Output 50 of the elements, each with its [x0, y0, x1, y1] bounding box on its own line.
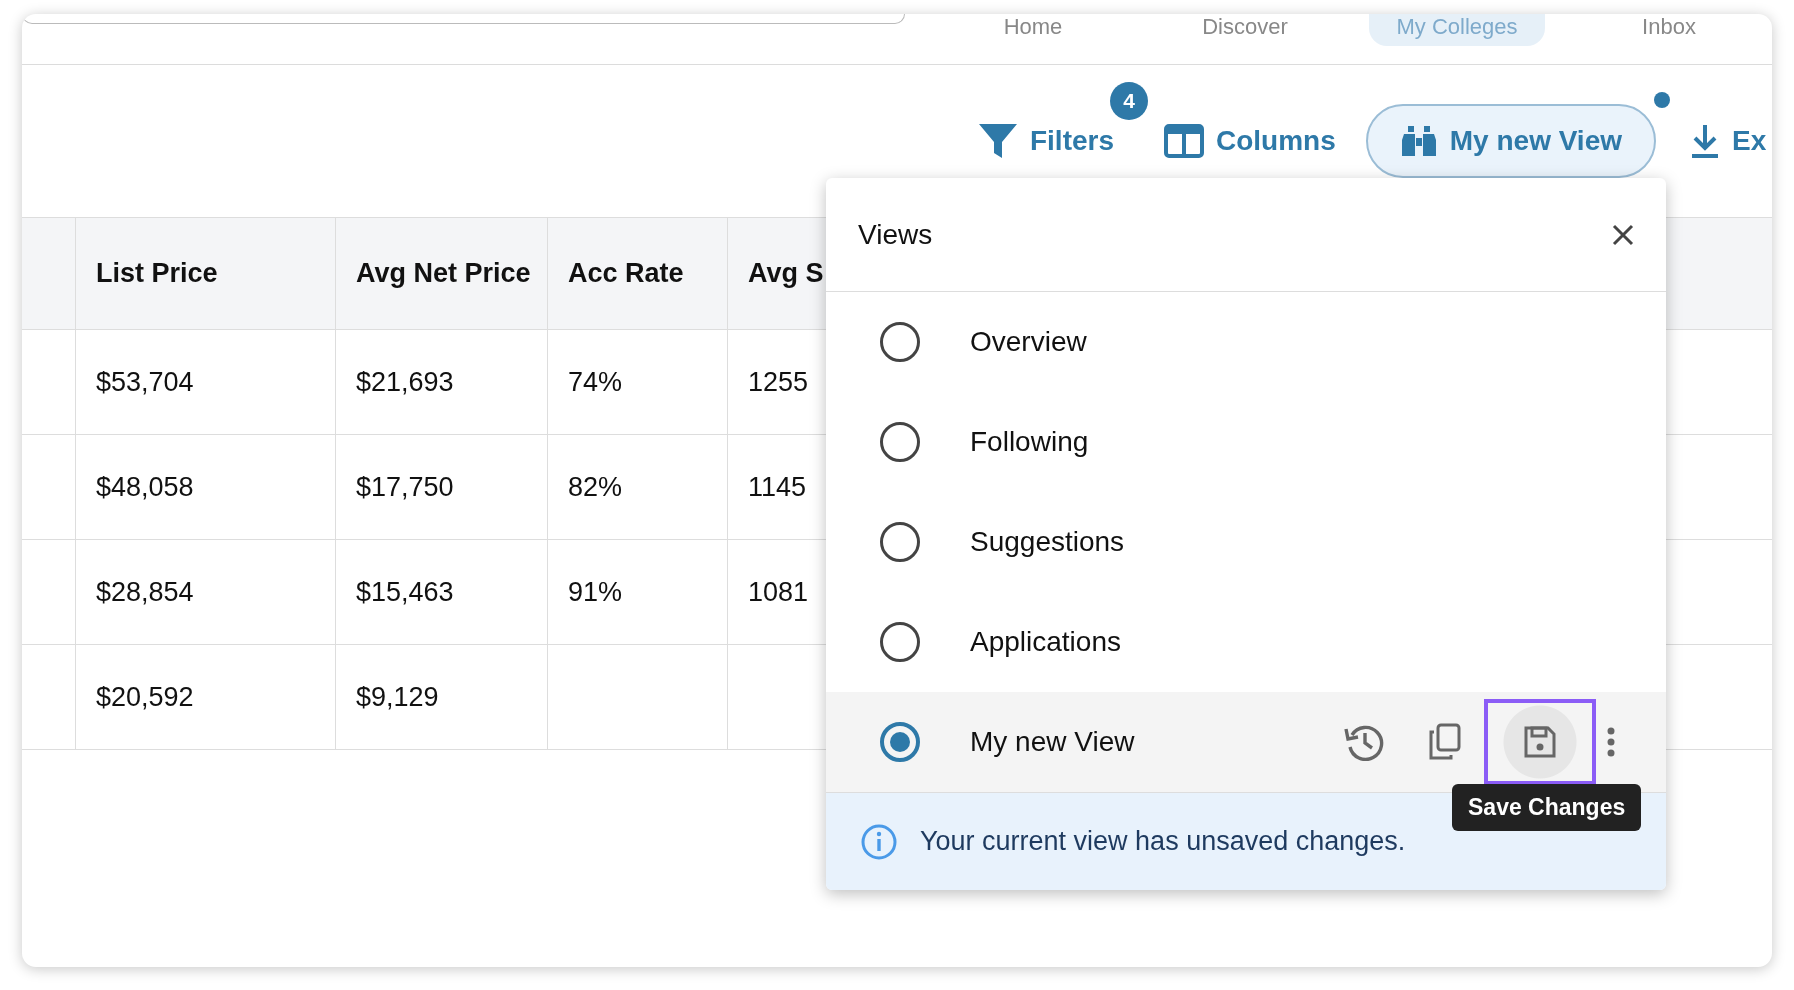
- view-option-label: Applications: [970, 626, 1121, 658]
- table-cell: 74%: [568, 366, 623, 398]
- nav-tab[interactable]: Discover: [1157, 14, 1333, 46]
- export-button[interactable]: Ex: [1676, 104, 1772, 178]
- filter-icon: [977, 122, 1018, 160]
- radio-button[interactable]: [880, 322, 920, 362]
- table-cell: 82%: [568, 471, 623, 503]
- column-header: Avg Net Price: [356, 258, 531, 289]
- radio-button[interactable]: [880, 422, 920, 462]
- table-cell: 91%: [568, 576, 623, 608]
- view-button[interactable]: My new View: [1365, 104, 1656, 178]
- unsaved-changes-message: Your current view has unsaved changes.: [920, 826, 1406, 857]
- table-cell: $28,854: [96, 576, 194, 608]
- radio-button[interactable]: [880, 522, 920, 562]
- nav-tab[interactable]: My Colleges: [1369, 14, 1545, 46]
- table-cell: $53,704: [96, 366, 194, 398]
- save-button[interactable]: [1484, 699, 1596, 785]
- column-header: Avg S: [748, 258, 824, 289]
- copy-icon: [1427, 723, 1461, 761]
- columns-button[interactable]: Columns: [1150, 104, 1350, 178]
- table-cell: $21,693: [356, 366, 454, 398]
- table-cell: $9,129: [356, 681, 439, 713]
- binoculars-icon: [1399, 124, 1438, 158]
- radio-button[interactable]: [880, 722, 920, 762]
- view-option-label: Following: [970, 426, 1089, 458]
- column-header: List Price: [96, 258, 218, 289]
- radio-button[interactable]: [880, 622, 920, 662]
- filters-button[interactable]: Filters: [963, 121, 1128, 161]
- info-icon: [860, 822, 898, 861]
- table-cell: $48,058: [96, 471, 194, 503]
- history-icon: [1344, 723, 1384, 761]
- nav-tab[interactable]: Home: [945, 14, 1121, 46]
- table-cell: 1081: [748, 576, 809, 608]
- download-icon: [1690, 123, 1720, 159]
- table-cell: 1145: [748, 471, 807, 503]
- nav-tab[interactable]: Inbox: [1581, 14, 1757, 46]
- view-option-label: My new View: [970, 726, 1135, 758]
- table-cell: $20,592: [96, 681, 194, 713]
- panel-title: Views: [858, 218, 933, 251]
- table-cell: 1255: [748, 366, 809, 398]
- columns-icon: [1164, 124, 1204, 158]
- tooltip: Save Changes: [1452, 784, 1642, 831]
- table-cell: $17,750: [356, 471, 454, 503]
- view-option-label: Overview: [970, 326, 1087, 358]
- more-icon: [1607, 727, 1615, 757]
- column-header: Acc Rate: [568, 258, 684, 289]
- table-cell: $15,463: [356, 576, 454, 608]
- view-option-label: Suggestions: [970, 526, 1125, 558]
- filter-count-badge: 4: [1110, 82, 1148, 120]
- close-icon[interactable]: [1612, 223, 1634, 246]
